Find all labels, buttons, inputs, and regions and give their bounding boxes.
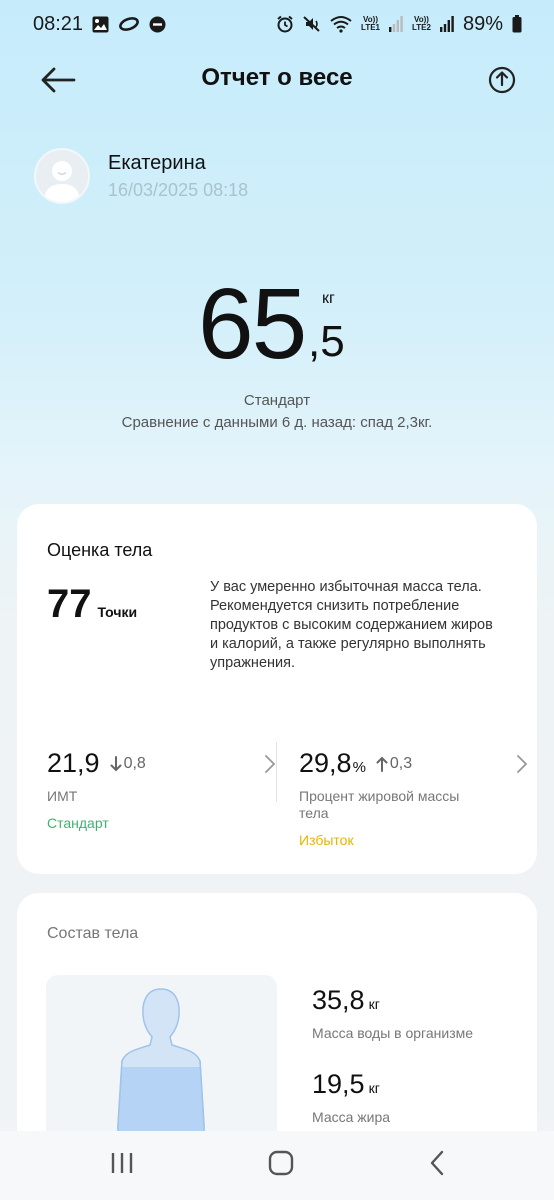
link-icon: [118, 17, 140, 31]
divider: [276, 742, 277, 802]
bmi-label: ИМТ: [47, 788, 78, 804]
home-button[interactable]: [268, 1150, 294, 1181]
user-name: Екатерина: [108, 152, 206, 174]
status-bar: 08:21 Vo)) LTE1 Vo)) LTE2 89%: [0, 0, 554, 48]
bmi-delta-value: 0,8: [123, 755, 146, 772]
evaluation-text: У вас умеренно избыточная масса тела. Ре…: [210, 579, 493, 671]
share-button[interactable]: [486, 64, 518, 96]
weight-display: 65 ,5 кг: [0, 270, 554, 380]
card-title: Состав тела: [47, 925, 139, 942]
gallery-icon: [92, 16, 109, 33]
weight-fraction: ,5: [308, 317, 345, 366]
body-evaluation-card: Оценка тела 77 Точки У вас умеренно избы…: [17, 504, 537, 874]
weight-integer: 65: [198, 268, 307, 380]
home-icon: [268, 1150, 294, 1176]
signal-icon: [439, 16, 454, 32]
signal-icon: [389, 16, 403, 32]
fat-delta-value: 0,3: [389, 755, 413, 772]
card-title: Оценка тела: [47, 540, 153, 560]
fat-mass-label: Масса жира: [312, 1109, 391, 1125]
fat-delta: 0,3: [376, 755, 412, 773]
wifi-icon: [330, 15, 352, 33]
score-value: 77: [47, 582, 92, 626]
weight-comparison: Сравнение с данными 6 д. назад: спад 2,3…: [121, 414, 433, 431]
fat-mass-unit: кг: [368, 1080, 380, 1096]
user-avatar-icon: [44, 161, 80, 202]
recent-apps-button[interactable]: [110, 1151, 134, 1180]
bmi-delta: 0,8: [110, 755, 146, 773]
recent-apps-icon: [111, 1153, 133, 1173]
battery-percent: 89%: [462, 12, 503, 35]
nav-back-button[interactable]: [428, 1150, 446, 1181]
weight-unit: кг: [322, 290, 335, 307]
fat-value: 29,8: [299, 748, 352, 778]
measurement-datetime: 16/03/2025 08:18: [108, 180, 249, 200]
fat-mass-value: 19,5: [312, 1069, 365, 1099]
body-score: 77 Точки: [47, 584, 137, 624]
fat-status: Избыток: [299, 832, 354, 848]
arrow-down-icon: [110, 756, 122, 772]
do-not-disturb-icon: [149, 16, 166, 33]
body-fat-metric[interactable]: 29,8 % 0,3 Процент жировой массы тела Из…: [299, 748, 529, 858]
user-profile[interactable]: Екатерина 16/03/2025 08:18: [34, 148, 514, 206]
fat-unit: %: [352, 759, 366, 776]
water-mass-item[interactable]: 35,8 кг Масса воды в организме: [312, 985, 473, 1041]
score-label: Точки: [97, 604, 138, 620]
bmi-value: 21,9: [47, 748, 100, 778]
status-time: 08:21: [33, 12, 84, 35]
weight-status: Стандарт: [243, 392, 311, 409]
fat-label: Процент жировой массы тела: [299, 788, 460, 821]
sim2-label: LTE2: [412, 23, 431, 32]
sim2-indicator: Vo)) LTE2: [412, 15, 431, 32]
page-title: Отчет о весе: [201, 64, 353, 91]
water-mass-unit: кг: [368, 996, 380, 1012]
alarm-icon: [276, 15, 294, 33]
bmi-status: Стандарт: [47, 815, 109, 831]
water-mass-label: Масса воды в организме: [312, 1025, 474, 1041]
arrow-up-icon: [376, 756, 388, 772]
sim1-label: LTE1: [361, 23, 380, 32]
bmi-metric[interactable]: 21,9 0,8 ИМТ Стандарт: [47, 748, 277, 858]
fat-mass-item[interactable]: 19,5 кг Масса жира: [312, 1069, 390, 1125]
share-icon: [488, 66, 516, 94]
avatar: [34, 148, 90, 204]
sim1-indicator: Vo)) LTE1: [361, 16, 380, 32]
mute-icon: [303, 15, 321, 33]
chevron-right-icon: [517, 755, 528, 773]
nav-back-icon: [430, 1150, 444, 1176]
battery-icon: [512, 15, 522, 33]
system-navigation-bar: [0, 1131, 554, 1200]
water-mass-value: 35,8: [312, 985, 365, 1015]
chevron-right-icon: [265, 755, 276, 773]
header: Отчет о весе: [0, 52, 554, 108]
